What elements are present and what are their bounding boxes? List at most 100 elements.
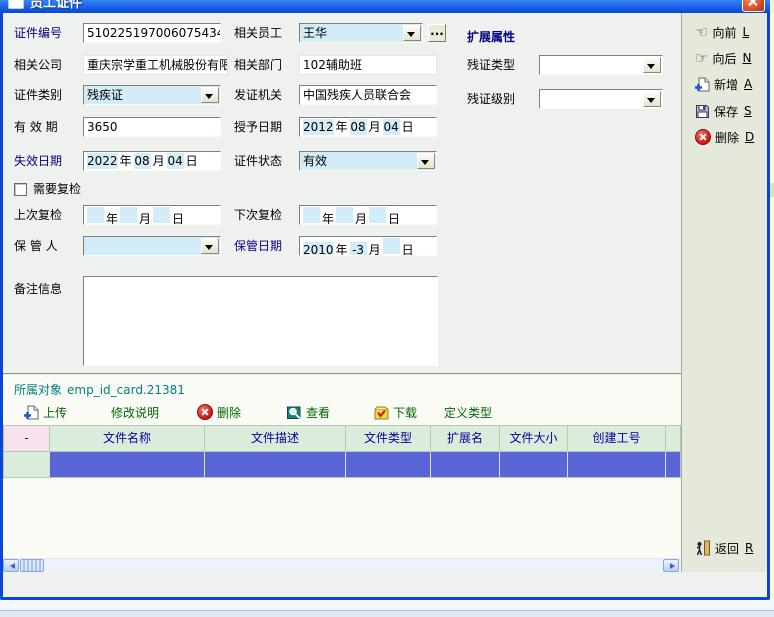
column-header[interactable]: 创建工号	[568, 426, 666, 451]
year-value: 2012	[303, 119, 334, 135]
modify-desc-label: 修改说明	[111, 404, 159, 421]
valid-period-field[interactable]: 3650	[83, 117, 221, 137]
table-cell[interactable]	[431, 451, 500, 477]
expire-date-field[interactable]: 2022年08月04日	[83, 151, 221, 171]
dropdown-arrow-icon[interactable]	[417, 153, 435, 169]
delete-record-shortcut: D	[745, 130, 754, 144]
expire-date-label: 失效日期	[14, 151, 62, 171]
disability-level-label: 残证级别	[467, 89, 515, 109]
scroll-right-button[interactable]	[663, 559, 679, 572]
define-type-label: 定义类型	[444, 404, 492, 421]
department-value: 102辅助班	[303, 58, 362, 72]
cert-type-value: 残疾证	[87, 88, 123, 102]
disability-level-dropdown[interactable]	[539, 89, 663, 109]
hand-right-icon: ☞	[695, 51, 708, 66]
table-cell[interactable]	[205, 451, 346, 477]
upload-label: 上传	[43, 404, 67, 421]
scroll-left-button[interactable]	[3, 559, 19, 572]
new-icon	[695, 77, 710, 92]
column-header[interactable]: 文件类型	[346, 426, 431, 451]
download-button[interactable]: 下载	[374, 403, 417, 421]
window-title: 员工证件	[30, 0, 82, 11]
table-cell[interactable]	[50, 451, 205, 477]
dropdown-arrow-icon[interactable]	[643, 91, 661, 107]
modify-desc-button[interactable]: 修改说明	[111, 403, 159, 421]
month-value: -3	[350, 242, 367, 256]
owner-label: 所属对象	[14, 382, 62, 398]
last-recheck-label: 上次复检	[14, 205, 62, 225]
table-cell[interactable]	[500, 451, 568, 477]
dropdown-arrow-icon[interactable]	[643, 57, 661, 73]
action-sidebar: ☜ 向前 L ☞ 向后 N 新增 A 保存 S	[681, 13, 767, 572]
save-button[interactable]: 保存 S	[695, 102, 752, 120]
grant-date-field[interactable]: 2012年08月04日	[299, 117, 437, 137]
date-unit-day: 日	[400, 119, 416, 135]
date-unit-day: 日	[170, 211, 186, 225]
dropdown-arrow-icon[interactable]	[201, 238, 219, 254]
prev-button[interactable]: ☜ 向前 L	[695, 23, 749, 41]
column-header[interactable]: -	[4, 426, 50, 451]
next-recheck-field[interactable]: 年月日	[299, 205, 437, 225]
window-titlebar: 员工证件	[0, 0, 770, 13]
table-cell[interactable]	[666, 451, 680, 477]
date-unit-year: 年	[104, 211, 120, 225]
custody-date-field[interactable]: 2010年-3月日	[299, 236, 437, 256]
disability-type-dropdown[interactable]	[539, 55, 663, 75]
return-button[interactable]: 返回 R	[695, 539, 753, 557]
cert-type-dropdown[interactable]: 残疾证	[83, 85, 221, 105]
company-field[interactable]: 重庆宗学重工机械股份有限	[83, 55, 228, 75]
table-cell[interactable]	[346, 451, 431, 477]
chevron-down-icon	[205, 94, 213, 103]
horizontal-scrollbar[interactable]	[3, 558, 681, 572]
define-type-button[interactable]: 定义类型	[444, 403, 492, 421]
date-unit-year: 年	[320, 211, 336, 225]
recheck-label: 需要复检	[33, 179, 81, 199]
cert-no-field[interactable]: 5102251970060754344	[83, 23, 221, 43]
issuer-field[interactable]: 中国残疾人员联合会	[299, 85, 437, 105]
valid-period-label: 有 效 期	[14, 117, 58, 137]
next-button[interactable]: ☞ 向后 N	[695, 49, 751, 67]
custody-date-label: 保管日期	[234, 236, 282, 256]
employee-dropdown[interactable]: 王华	[299, 23, 423, 43]
status-value: 有效	[303, 154, 327, 168]
day-value: 04	[167, 153, 184, 169]
table-cell[interactable]	[568, 451, 666, 477]
exit-icon	[695, 540, 711, 556]
return-label: 返回	[715, 540, 739, 557]
dropdown-arrow-icon[interactable]	[403, 25, 421, 41]
column-header[interactable]: 文件描述	[205, 426, 346, 451]
scrollbar-thumb[interactable]	[20, 559, 44, 572]
employee-more-button[interactable]: ...	[428, 24, 446, 42]
status-dropdown[interactable]: 有效	[299, 151, 437, 171]
chevron-down-icon	[407, 32, 415, 41]
download-label: 下载	[393, 404, 417, 421]
cert-no-label: 证件编号	[14, 23, 62, 43]
company-value: 重庆宗学重工机械股份有限	[87, 58, 228, 72]
hand-left-icon: ☜	[695, 25, 708, 40]
close-button[interactable]	[742, 0, 765, 12]
month-value	[120, 207, 137, 223]
remark-textarea[interactable]	[83, 276, 438, 366]
date-unit-month: 月	[353, 211, 369, 225]
delete-record-button[interactable]: 删除 D	[695, 128, 754, 146]
add-button[interactable]: 新增 A	[695, 75, 752, 93]
column-header[interactable]: 文件大小	[500, 426, 568, 451]
upload-button[interactable]: 上传	[24, 403, 67, 421]
table-row[interactable]	[4, 451, 680, 477]
year-value: 2022	[87, 153, 118, 169]
employee-certificate-window: 员工证件 证件编号 5102251970060754344 相关员工 王华 ..…	[0, 13, 770, 600]
prev-label: 向前	[712, 24, 736, 41]
last-recheck-field[interactable]: 年月日	[83, 205, 221, 225]
recheck-checkbox[interactable]	[14, 183, 27, 196]
column-header[interactable]: 文件名称	[50, 426, 205, 451]
column-header[interactable]: 扩展名	[431, 426, 500, 451]
row-selector-cell[interactable]	[4, 451, 50, 477]
delete-attachment-button[interactable]: 删除	[197, 403, 241, 421]
date-unit-day: 日	[400, 242, 416, 256]
custodian-dropdown[interactable]	[83, 236, 221, 256]
form-area: 证件编号 5102251970060754344 相关员工 王华 ... 扩展属…	[3, 13, 767, 572]
department-field[interactable]: 102辅助班	[299, 55, 437, 75]
view-button[interactable]: 查看	[287, 403, 330, 421]
upload-icon	[24, 405, 39, 420]
dropdown-arrow-icon[interactable]	[201, 87, 219, 103]
